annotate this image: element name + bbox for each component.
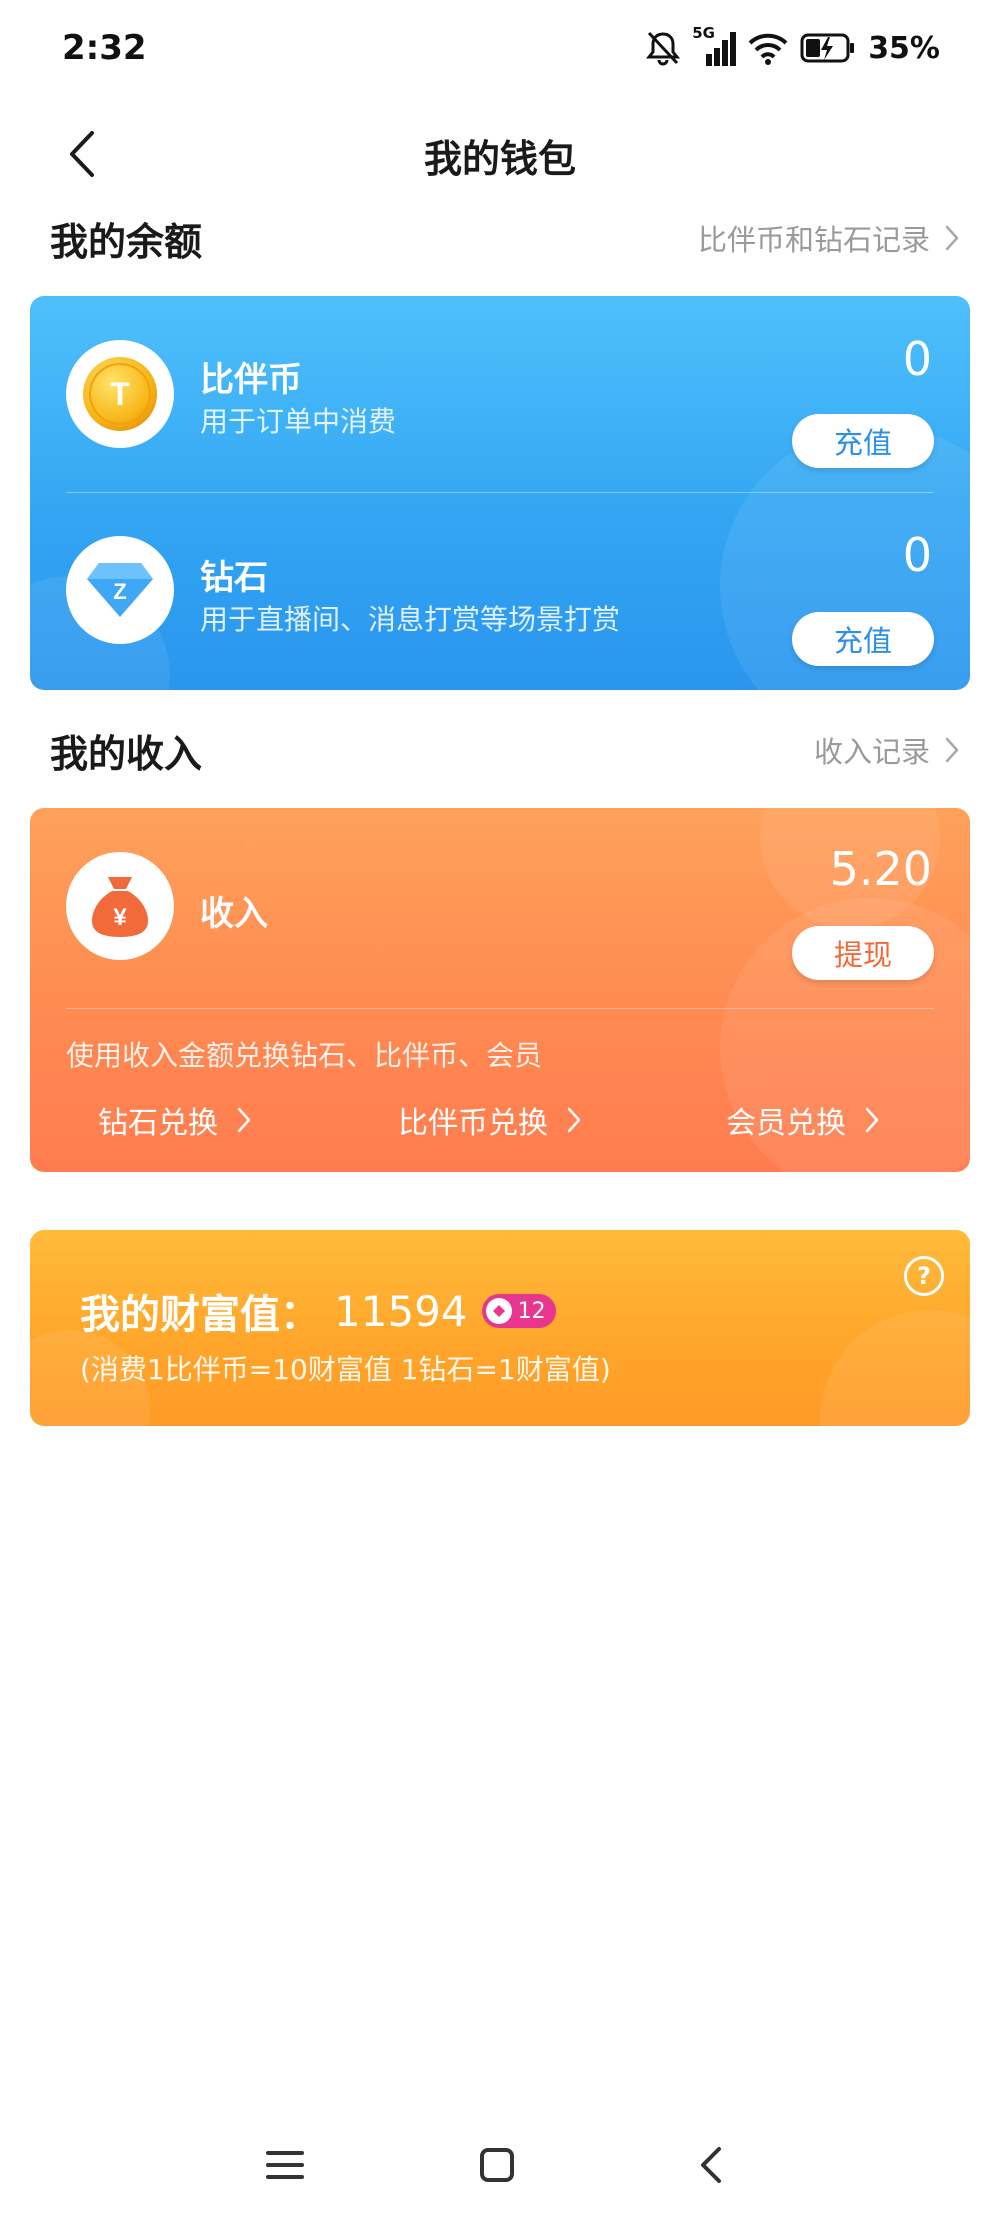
- status-bar: 2:32 5G 35%: [0, 0, 1000, 100]
- home-square-icon: [480, 2148, 514, 2182]
- signal-icon: 5G: [692, 24, 737, 68]
- coin-title: 比伴币: [200, 360, 302, 400]
- balance-records-label: 比伴币和钻石记录: [697, 223, 930, 257]
- diamond-recharge-button[interactable]: 充值: [792, 612, 934, 666]
- battery-percent: 35%: [868, 30, 940, 66]
- question-circle-icon[interactable]: ?: [904, 1256, 944, 1296]
- coin-row: T 比伴币 用于订单中消费 0 充值: [30, 296, 970, 492]
- coin-letter: T: [110, 376, 130, 412]
- status-icons: 5G 35%: [646, 24, 940, 70]
- diamond-row: Z 钻石 用于直播间、消息打赏等场景打赏 0 充值: [30, 492, 970, 690]
- wealth-value: 11594: [334, 1286, 468, 1336]
- exchange-label: 钻石兑换: [98, 1106, 218, 1141]
- chevron-right-icon: [567, 1107, 581, 1133]
- wealth-rule-note: (消费1比伴币=10财富值 1钻石=1财富值): [80, 1353, 611, 1386]
- wealth-level: 12: [517, 1298, 546, 1324]
- income-section-header: 我的收入 收入记录: [50, 720, 960, 780]
- income-records-link[interactable]: 收入记录: [814, 729, 960, 771]
- balance-records-link[interactable]: 比伴币和钻石记录: [698, 217, 960, 259]
- coin-recharge-button[interactable]: 充值: [792, 414, 934, 468]
- level-diamond-icon: [485, 1298, 512, 1324]
- chevron-right-icon: [945, 737, 959, 763]
- coin-balance: 0: [902, 332, 932, 386]
- coin-desc: 用于订单中消费: [200, 405, 397, 438]
- back-triangle-icon: [701, 2147, 721, 2183]
- system-nav-bar: [0, 2130, 1000, 2200]
- withdraw-button[interactable]: 提现: [792, 926, 934, 980]
- wifi-icon: [748, 31, 788, 65]
- chevron-right-icon: [865, 1107, 879, 1133]
- diamond-balance: 0: [902, 528, 932, 582]
- diamond-desc: 用于直播间、消息打赏等场景打赏: [200, 603, 621, 636]
- income-section-title: 我的收入: [50, 731, 203, 776]
- diamond-exchange-link[interactable]: 钻石兑换: [98, 1098, 252, 1142]
- diamond-title: 钻石: [200, 558, 268, 598]
- help-symbol: ?: [917, 1262, 931, 1290]
- page-title: 我的钱包: [423, 137, 576, 181]
- chevron-right-icon: [237, 1107, 251, 1133]
- balance-card: T 比伴币 用于订单中消费 0 充值 Z 钻石 用于直播间、消息打赏等场景打赏 …: [30, 296, 970, 690]
- wealth-card: 我的财富值： 11594 12 (消费1比伴币=10财富值 1钻石=1财富值) …: [30, 1230, 970, 1426]
- wealth-level-badge: 12: [481, 1294, 556, 1328]
- balance-section-title: 我的余额: [50, 219, 203, 264]
- home-button[interactable]: [462, 2130, 532, 2200]
- money-bag-icon: ¥: [66, 852, 174, 960]
- bell-muted-icon: [646, 30, 681, 66]
- income-records-label: 收入记录: [813, 735, 930, 769]
- battery-charging-icon: [800, 32, 856, 64]
- menu-button[interactable]: [250, 2130, 320, 2200]
- wealth-label: 我的财富值：: [80, 1292, 320, 1338]
- exchange-label: 比伴币兑换: [398, 1106, 548, 1141]
- income-exchange-desc: 使用收入金额兑换钻石、比伴币、会员: [66, 1039, 543, 1072]
- exchange-label: 会员兑换: [726, 1106, 846, 1141]
- menu-icon: [266, 2151, 304, 2179]
- diamond-icon: Z: [66, 536, 174, 644]
- income-card: ¥ 收入 5.20 提现 使用收入金额兑换钻石、比伴币、会员 钻石兑换 比伴币兑…: [30, 808, 970, 1172]
- exchange-options: 钻石兑换 比伴币兑换 会员兑换: [30, 1098, 970, 1142]
- divider: [66, 1008, 934, 1009]
- status-time: 2:32: [62, 28, 147, 68]
- card-decoration: [820, 1310, 970, 1426]
- income-balance: 5.20: [829, 842, 932, 896]
- balance-section-header: 我的余额 比伴币和钻石记录: [50, 208, 960, 268]
- coin-icon: T: [66, 340, 174, 448]
- money-bag-symbol: ¥: [113, 904, 127, 931]
- income-title: 收入: [200, 894, 268, 934]
- coin-exchange-link[interactable]: 比伴币兑换: [398, 1098, 582, 1142]
- system-back-button[interactable]: [676, 2130, 746, 2200]
- wealth-line: 我的财富值： 11594 12: [80, 1282, 556, 1340]
- vip-exchange-link[interactable]: 会员兑换: [726, 1098, 880, 1142]
- diamond-letter: Z: [113, 579, 126, 604]
- chevron-right-icon: [945, 225, 959, 251]
